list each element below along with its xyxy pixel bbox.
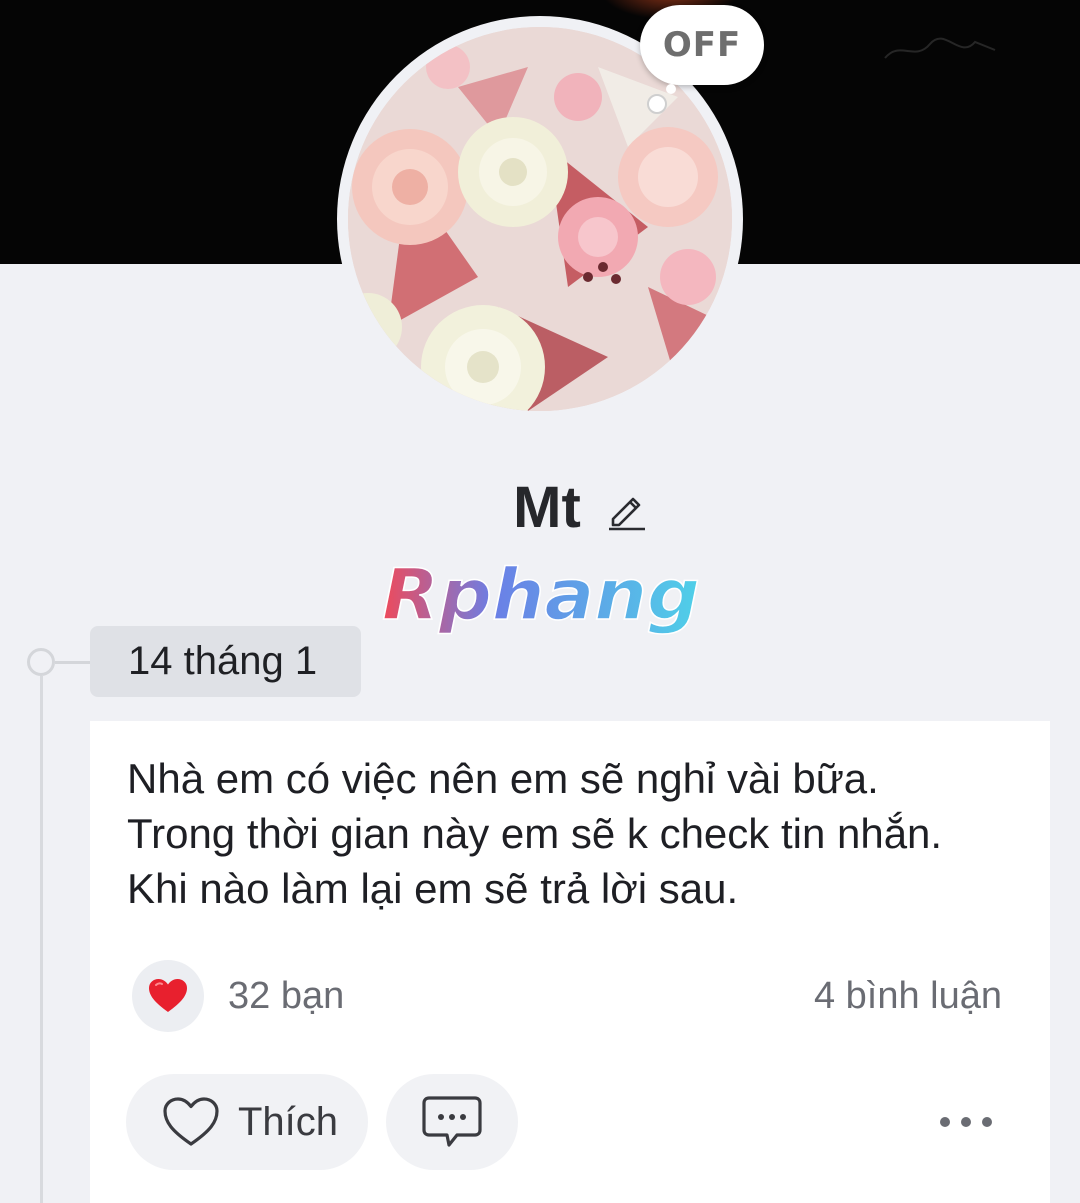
like-button[interactable]: Thích [126, 1074, 368, 1170]
cover-scribble [884, 37, 996, 59]
comment-count[interactable]: 4 bình luận [814, 975, 1002, 1018]
like-label: Thích [238, 1099, 339, 1144]
post-line: Nhà em có việc nên em sẽ nghỉ vài bữa. [127, 755, 879, 802]
reaction-badge[interactable] [132, 960, 204, 1032]
status-bubble-tail-dot [647, 94, 667, 114]
watermark-logo: Rphang [381, 555, 701, 637]
date-chip: 14 tháng 1 [90, 626, 361, 697]
pencil-icon[interactable] [605, 489, 647, 531]
status-bubble-tail [666, 84, 676, 94]
comment-bubble-icon [422, 1096, 482, 1147]
status-bubble[interactable]: OFF [640, 5, 764, 85]
post-line: Trong thời gian này em sẽ k check tin nh… [127, 810, 943, 857]
timeline-connector [55, 661, 91, 664]
more-options-button[interactable] [934, 1099, 998, 1145]
comment-button[interactable] [386, 1074, 518, 1170]
profile-name-row: Mt [0, 472, 1080, 542]
post-text[interactable]: Nhà em có việc nên em sẽ nghỉ vài bữa. T… [127, 751, 1027, 916]
post-line: Khi nào làm lại em sẽ trả lời sau. [127, 865, 739, 912]
date-label: 14 tháng 1 [128, 639, 318, 683]
timeline-line [40, 676, 43, 1203]
timeline-dot [27, 648, 55, 676]
heart-icon [149, 979, 187, 1012]
watermark-text: Rphang [382, 555, 700, 636]
heart-outline-icon [163, 1097, 219, 1146]
profile-name: Mt [513, 474, 581, 540]
post-card[interactable]: Nhà em có việc nên em sẽ nghỉ vài bữa. T… [90, 721, 1050, 1203]
status-label: OFF [662, 25, 742, 65]
more-dots-icon [940, 1117, 992, 1127]
reaction-count[interactable]: 32 bạn [228, 975, 344, 1018]
